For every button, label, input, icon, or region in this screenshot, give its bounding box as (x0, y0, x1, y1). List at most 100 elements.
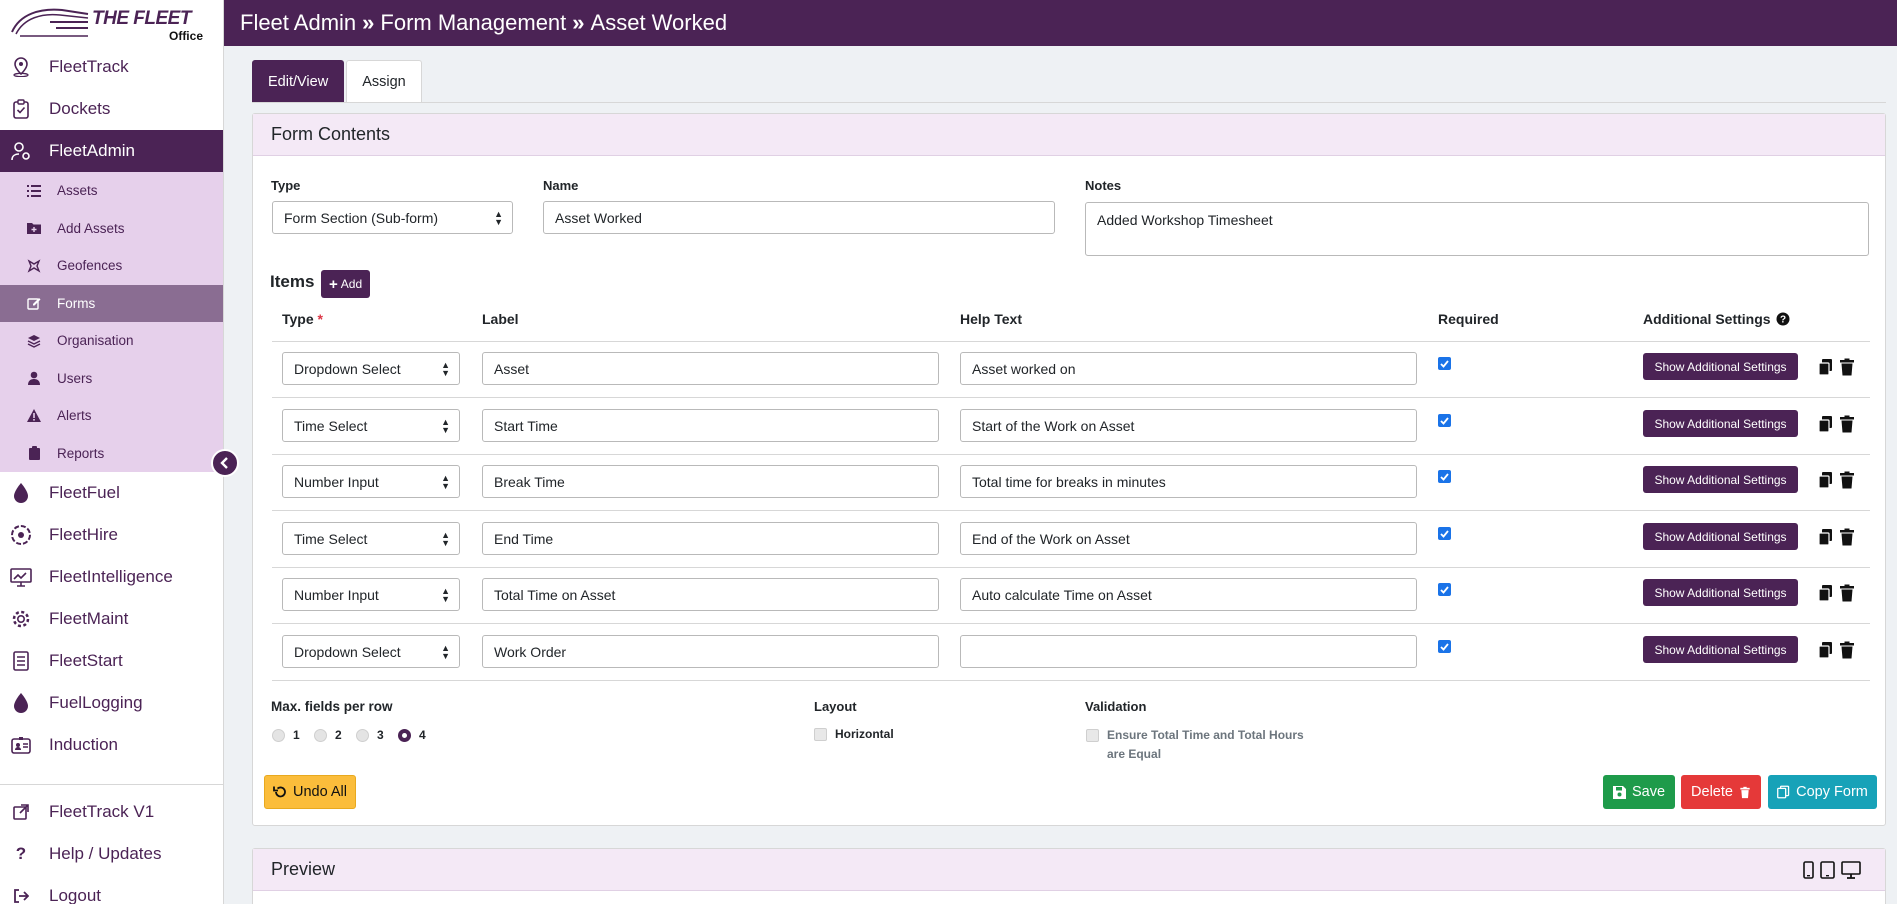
delete-button[interactable]: Delete (1681, 775, 1761, 809)
sidebar-item-alerts[interactable]: Alerts (0, 397, 223, 435)
sidebar-item-assets[interactable]: Assets (0, 172, 223, 210)
copy-form-button[interactable]: Copy Form (1768, 775, 1877, 809)
save-label: Save (1631, 784, 1666, 800)
sidebar-item-reports[interactable]: Reports (0, 435, 223, 473)
show-additional-settings-button[interactable]: Show Additional Settings (1643, 523, 1798, 550)
item-label-input[interactable]: Start Time (482, 409, 939, 442)
mobile-icon[interactable] (1803, 860, 1814, 879)
sidebar-collapse-button[interactable] (211, 449, 239, 477)
item-help-input[interactable]: Total time for breaks in minutes (960, 465, 1417, 498)
sidebar-item-fleettrack[interactable]: FleetTrack (0, 46, 223, 88)
sidebar-item-geofences[interactable]: Geofences (0, 247, 223, 285)
copy-icon[interactable] (1818, 415, 1836, 433)
form-name-input[interactable]: Asset Worked (543, 201, 1055, 234)
item-help-input[interactable] (960, 635, 1417, 668)
item-type-value: Number Input (294, 473, 379, 490)
max-fields-option-2[interactable]: 2 (314, 728, 342, 742)
breadcrumb-form-management[interactable]: Form Management (380, 10, 566, 36)
layout-horizontal-checkbox[interactable]: Horizontal (814, 727, 894, 741)
item-help-input[interactable]: Auto calculate Time on Asset (960, 578, 1417, 611)
sidebar-item-help[interactable]: ? Help / Updates (0, 833, 223, 875)
item-label-input[interactable]: Total Time on Asset (482, 578, 939, 611)
tab-edit-view[interactable]: Edit/View (252, 60, 345, 103)
item-type-select[interactable]: Number Input ▲ ▼ (282, 465, 460, 498)
form-type-select[interactable]: Form Section (Sub-form) ▲ ▼ (272, 201, 513, 234)
show-additional-settings-button[interactable]: Show Additional Settings (1643, 410, 1798, 437)
item-type-select[interactable]: Dropdown Select ▲ ▼ (282, 635, 460, 668)
item-type-select[interactable]: Time Select ▲ ▼ (282, 522, 460, 555)
breadcrumb-fleet-admin[interactable]: Fleet Admin (240, 10, 356, 36)
trash-icon[interactable] (1838, 471, 1856, 489)
item-required-checkbox[interactable] (1438, 414, 1451, 427)
item-label-input[interactable]: Asset (482, 352, 939, 385)
plus-icon: + (329, 275, 338, 293)
copy-icon[interactable] (1818, 584, 1836, 602)
sidebar-item-fleetfuel[interactable]: FleetFuel (0, 472, 223, 514)
sidebar-item-label: Alerts (57, 408, 92, 424)
undo-all-button[interactable]: Undo All (264, 775, 356, 809)
external-link-icon (10, 801, 32, 823)
trash-icon[interactable] (1838, 641, 1856, 659)
sidebar-item-induction[interactable]: Induction (0, 724, 223, 766)
show-additional-settings-button[interactable]: Show Additional Settings (1643, 466, 1798, 493)
preview-title: Preview (271, 859, 336, 879)
tab-assign[interactable]: Assign (346, 60, 422, 103)
copy-icon[interactable] (1818, 358, 1836, 376)
show-additional-settings-button[interactable]: Show Additional Settings (1643, 353, 1798, 380)
trash-icon[interactable] (1838, 415, 1856, 433)
save-button[interactable]: Save (1603, 775, 1675, 809)
max-fields-label: Max. fields per row (271, 699, 393, 714)
sidebar-item-fleetstart[interactable]: FleetStart (0, 640, 223, 682)
item-required-checkbox[interactable] (1438, 470, 1451, 483)
sidebar-item-fleetmaint[interactable]: FleetMaint (0, 598, 223, 640)
sidebar-item-dockets[interactable]: Dockets (0, 88, 223, 130)
select-arrows-icon: ▲ ▼ (441, 586, 450, 604)
sidebar-item-organisation[interactable]: Organisation (0, 322, 223, 360)
sidebar-item-label: Add Assets (57, 220, 125, 236)
item-label-input[interactable]: End Time (482, 522, 939, 555)
sidebar-item-add-assets[interactable]: Add Assets (0, 210, 223, 248)
trash-icon[interactable] (1838, 358, 1856, 376)
item-help-input[interactable]: Start of the Work on Asset (960, 409, 1417, 442)
logo[interactable]: THE FLEET Office (0, 0, 223, 46)
max-fields-option-3[interactable]: 3 (356, 728, 384, 742)
item-required-checkbox[interactable] (1438, 583, 1451, 596)
sidebar-item-fleettrack-v1[interactable]: FleetTrack V1 (0, 791, 223, 833)
sidebar-item-logout[interactable]: Logout (0, 875, 223, 904)
copy-icon[interactable] (1818, 471, 1836, 489)
trash-icon[interactable] (1838, 528, 1856, 546)
item-label-value: Break Time (494, 473, 565, 490)
tablet-icon[interactable] (1820, 860, 1835, 879)
item-label-input[interactable]: Work Order (482, 635, 939, 668)
sidebar-item-fuellogging[interactable]: FuelLogging (0, 682, 223, 724)
sidebar-item-fleetadmin[interactable]: FleetAdmin (0, 130, 223, 172)
item-required-checkbox[interactable] (1438, 357, 1451, 370)
user-icon (26, 370, 42, 386)
item-required-checkbox[interactable] (1438, 527, 1451, 540)
item-type-select[interactable]: Dropdown Select ▲ ▼ (282, 352, 460, 385)
item-required-checkbox[interactable] (1438, 640, 1451, 653)
item-type-select[interactable]: Time Select ▲ ▼ (282, 409, 460, 442)
sidebar-item-fleethire[interactable]: FleetHire (0, 514, 223, 556)
sidebar-item-fleetintelligence[interactable]: FleetIntelligence (0, 556, 223, 598)
desktop-icon[interactable] (1841, 860, 1861, 879)
sidebar-item-forms[interactable]: Forms (0, 284, 223, 322)
column-header-type-text: Type (282, 311, 314, 327)
trash-icon[interactable] (1838, 584, 1856, 602)
add-item-button[interactable]: + Add (321, 270, 371, 298)
sidebar-item-label: FuelLogging (49, 693, 143, 712)
max-fields-option-1[interactable]: 1 (272, 728, 300, 742)
max-fields-option-4[interactable]: 4 (398, 728, 426, 742)
copy-icon[interactable] (1818, 528, 1836, 546)
form-notes-textarea[interactable]: Added Workshop Timesheet (1085, 202, 1869, 256)
question-circle-icon[interactable]: ? (1776, 312, 1790, 326)
show-additional-settings-button[interactable]: Show Additional Settings (1643, 636, 1798, 663)
item-help-input[interactable]: End of the Work on Asset (960, 522, 1417, 555)
sidebar-item-users[interactable]: Users (0, 360, 223, 398)
item-help-input[interactable]: Asset worked on (960, 352, 1417, 385)
show-additional-settings-button[interactable]: Show Additional Settings (1643, 579, 1798, 606)
item-type-select[interactable]: Number Input ▲ ▼ (282, 578, 460, 611)
item-label-input[interactable]: Break Time (482, 465, 939, 498)
copy-icon[interactable] (1818, 641, 1836, 659)
validation-equal-checkbox[interactable]: Ensure Total Time and Total Hours are Equ… (1086, 726, 1304, 764)
